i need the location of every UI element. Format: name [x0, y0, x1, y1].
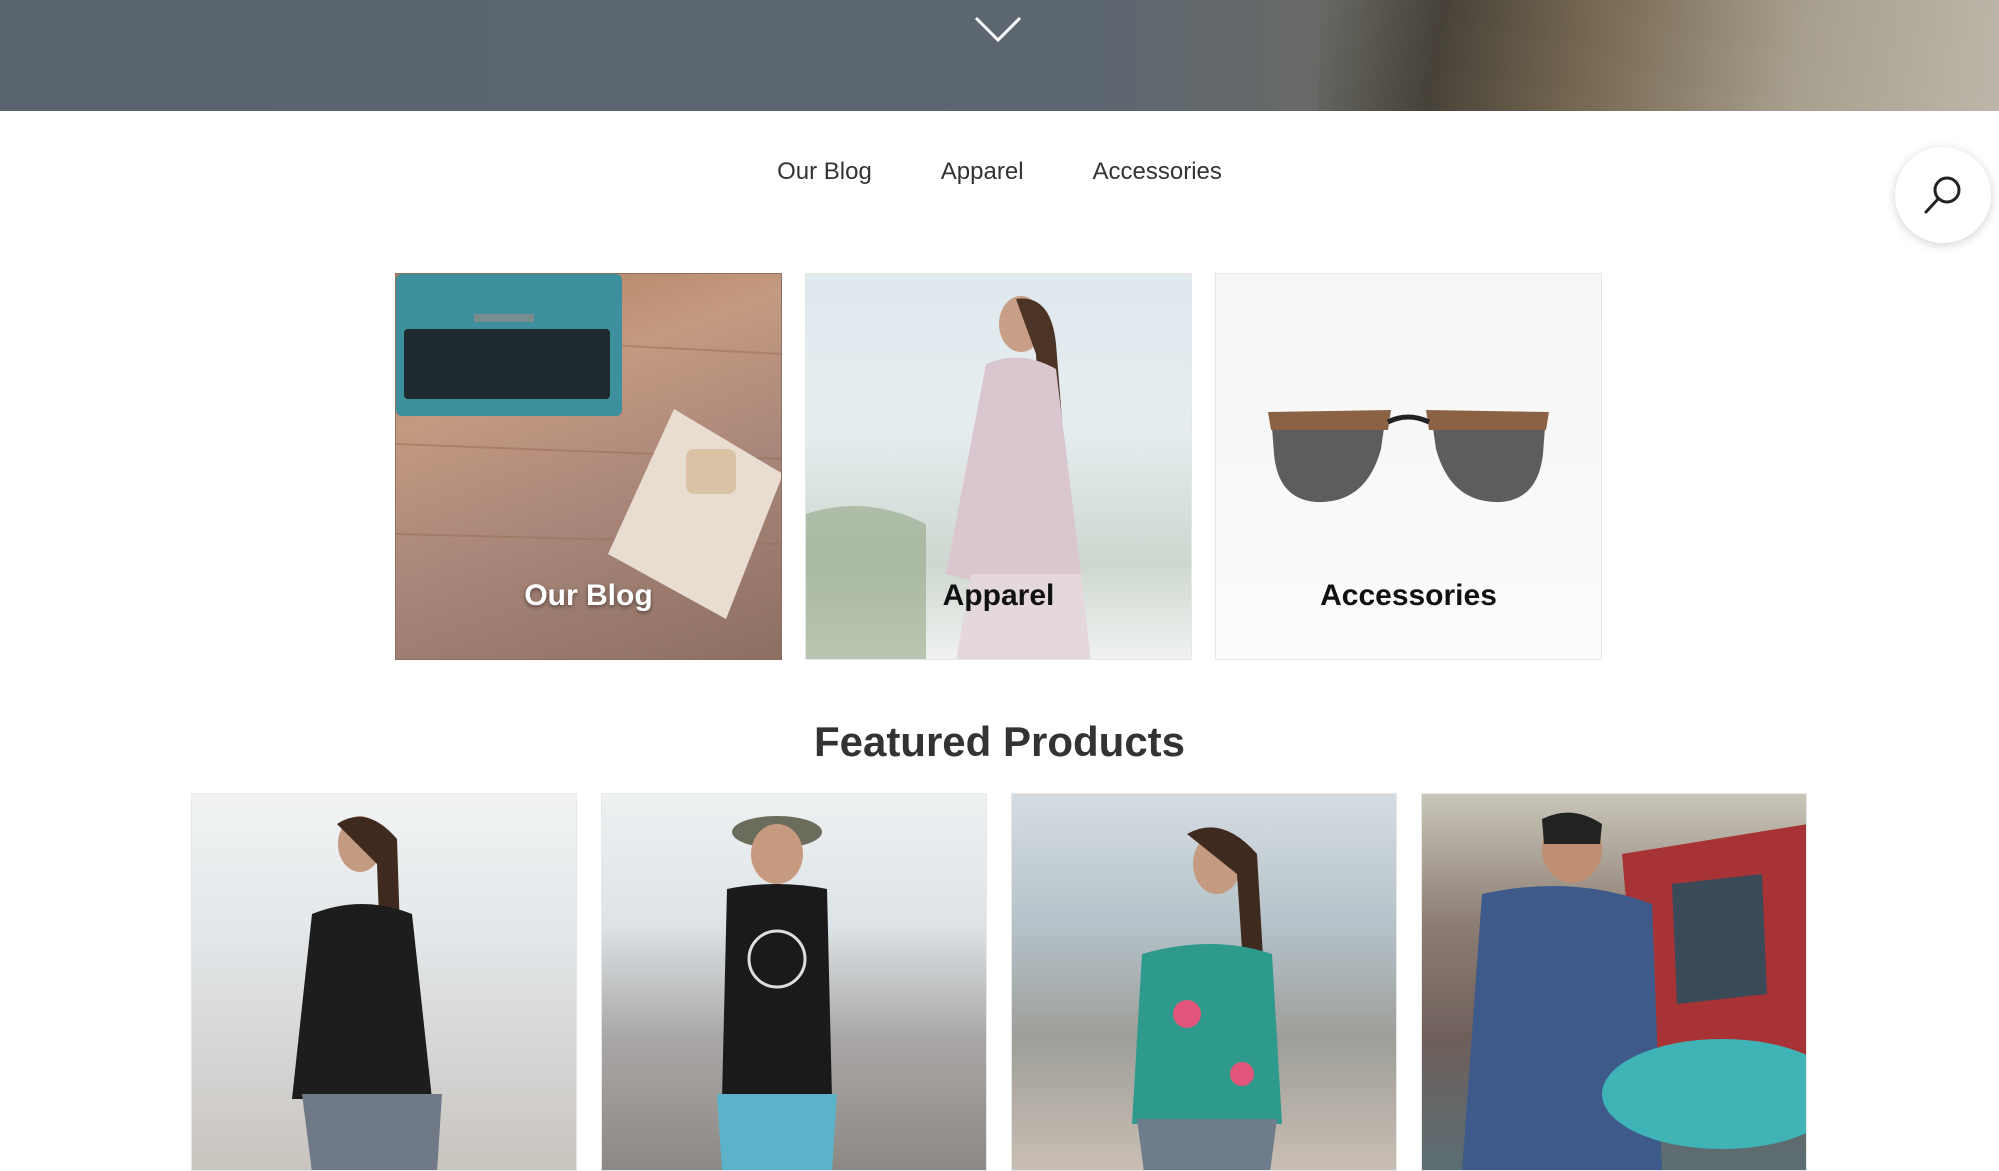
- product-card[interactable]: [191, 793, 577, 1171]
- category-tile-accessories[interactable]: Accessories: [1215, 273, 1602, 660]
- product-card[interactable]: [1421, 793, 1807, 1171]
- category-tile-apparel[interactable]: Apparel: [805, 273, 1192, 660]
- category-label: Our Blog: [524, 579, 653, 612]
- main-nav: Our Blog Apparel Accessories: [0, 158, 1999, 186]
- product-image: [292, 816, 442, 1170]
- category-label: Accessories: [1320, 579, 1497, 612]
- featured-products-title: Featured Products: [813, 718, 1186, 765]
- product-image: [717, 816, 837, 1170]
- product-image: [1132, 827, 1282, 1170]
- product-card[interactable]: [601, 793, 987, 1171]
- category-label: Apparel: [942, 579, 1055, 612]
- product-image: [1462, 812, 1806, 1170]
- nav-item-apparel[interactable]: Apparel: [941, 158, 1024, 186]
- nav-item-accessories[interactable]: Accessories: [1093, 158, 1222, 186]
- chevron-down-icon[interactable]: [972, 12, 1024, 46]
- search-icon: [1924, 176, 1961, 214]
- search-button[interactable]: [1895, 147, 1991, 243]
- product-card[interactable]: [1011, 793, 1397, 1171]
- category-tile-our-blog[interactable]: Our Blog: [395, 273, 782, 660]
- hero-banner: [0, 0, 1999, 111]
- nav-item-our-blog[interactable]: Our Blog: [777, 158, 872, 186]
- hero-photo: [1319, 0, 1999, 111]
